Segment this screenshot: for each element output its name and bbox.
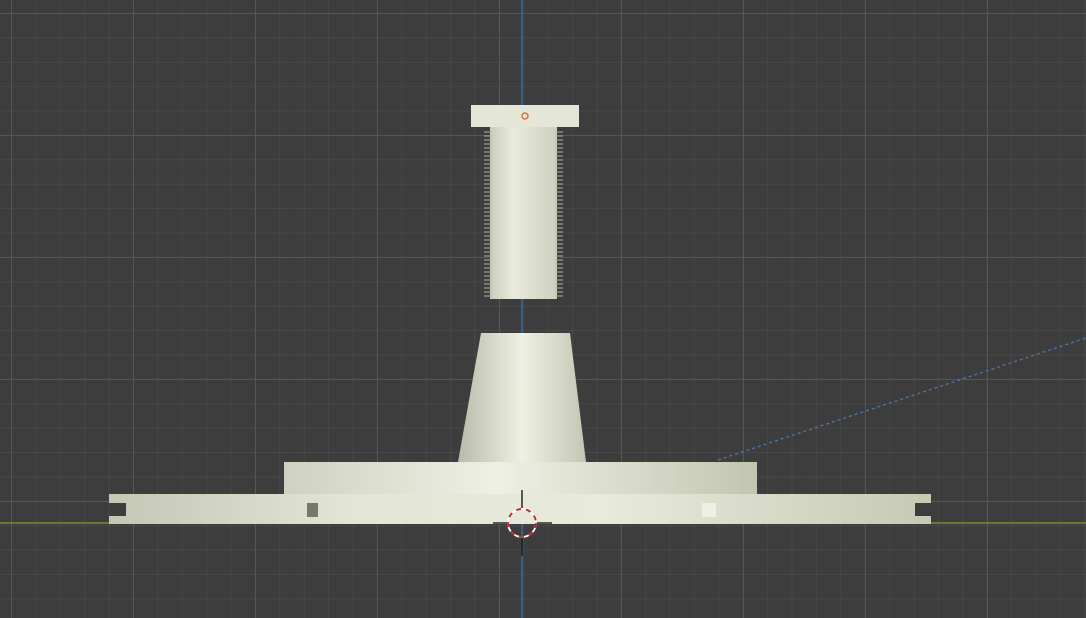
- threaded-bolt[interactable]: [471, 105, 579, 299]
- scene-canvas[interactable]: [0, 0, 1086, 618]
- tapered-cone[interactable]: [458, 333, 586, 462]
- plate-slot-right: [702, 503, 716, 517]
- plate-slot-left: [307, 503, 318, 517]
- upper-disc[interactable]: [284, 462, 757, 494]
- 3d-viewport[interactable]: [0, 0, 1086, 618]
- bolt-shaft: [490, 127, 557, 299]
- bolt-head: [471, 105, 579, 127]
- light-direction-line: [717, 337, 1086, 461]
